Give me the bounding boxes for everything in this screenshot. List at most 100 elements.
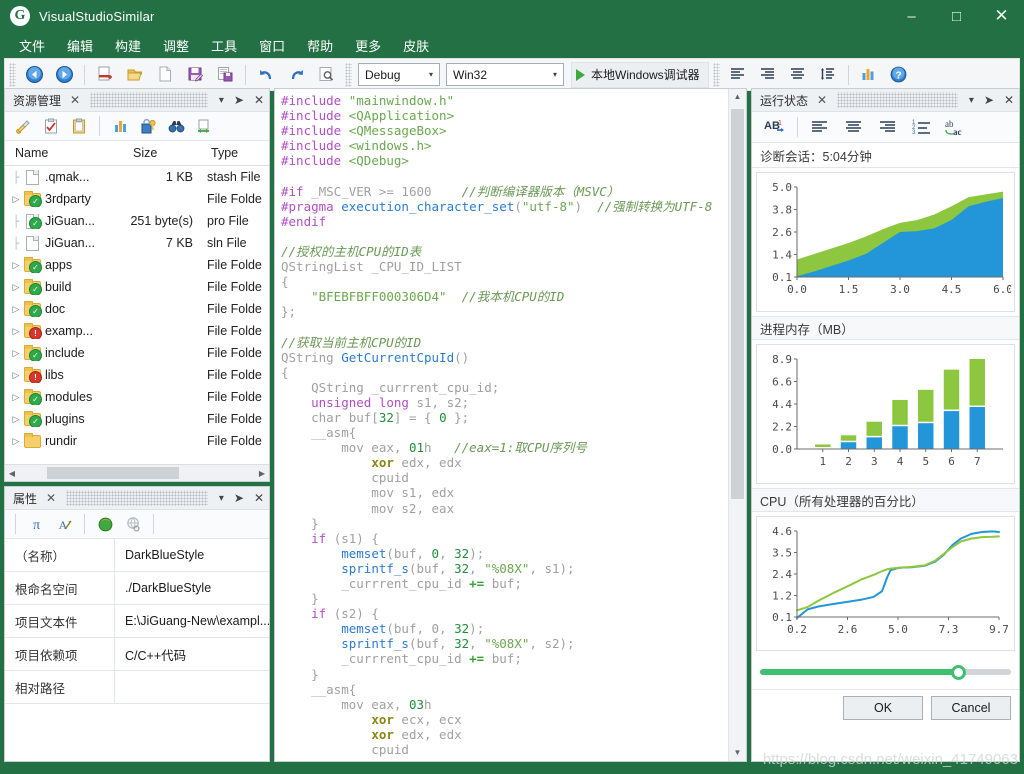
code-editor[interactable]: #include "mainwindow.h" #include <QApplic… <box>274 88 747 762</box>
table-row[interactable]: ▷ ✓ build File Folde <box>5 276 269 298</box>
web-link-icon[interactable] <box>121 513 145 535</box>
explorer-hscrollbar[interactable]: ◀ ▶ <box>5 464 269 481</box>
help-icon[interactable]: ? <box>885 61 913 89</box>
table-row[interactable]: ▷ ✓ doc File Folde <box>5 298 269 320</box>
chevron-down-icon-diagnostics[interactable]: ▾ <box>964 95 979 106</box>
menu-tools[interactable]: 工具 <box>200 33 248 58</box>
property-row[interactable]: 相对路径 <box>5 671 269 704</box>
tab-close-icon[interactable]: ✕ <box>66 93 84 107</box>
properties-close-icon[interactable]: ✕ <box>249 491 269 505</box>
ok-button[interactable]: OK <box>843 696 923 720</box>
new-project-icon[interactable] <box>91 61 119 89</box>
undo-icon[interactable] <box>252 61 280 89</box>
menu-skin[interactable]: 皮肤 <box>392 33 440 58</box>
expand-arrow-icon[interactable]: ▷ <box>9 370 23 381</box>
chevron-down-icon-properties[interactable]: ▾ <box>214 493 229 504</box>
properties-drag-dots[interactable] <box>66 490 208 506</box>
platform-combo[interactable]: Win32 ▾ <box>446 63 564 86</box>
column-type[interactable]: Type <box>201 146 269 160</box>
align-center-icon[interactable] <box>784 61 812 89</box>
column-size[interactable]: Size <box>123 146 201 160</box>
timeline-slider[interactable] <box>760 664 1011 680</box>
numbered-list-icon[interactable]: 123 <box>907 115 937 139</box>
panel-drag-dots[interactable] <box>90 92 208 108</box>
close-panel-icon[interactable]: ✕ <box>249 93 269 107</box>
table-row[interactable]: ▷ ✓ apps File Folde <box>5 254 269 276</box>
menu-window[interactable]: 窗口 <box>248 33 296 58</box>
start-debug-button[interactable]: 本地Windows调试器 <box>571 61 709 88</box>
maximize-icon[interactable]: □ <box>934 0 979 32</box>
menu-build[interactable]: 构建 <box>104 33 152 58</box>
navigate-forward-icon[interactable] <box>50 61 78 89</box>
property-value[interactable]: ./DarkBlueStyle <box>115 572 269 604</box>
properties-pin-icon[interactable]: ➤ <box>229 491 249 505</box>
text-abc-icon[interactable]: AB 1 <box>760 115 790 139</box>
close-icon[interactable]: ✕ <box>979 0 1024 32</box>
toolbar-grip[interactable] <box>9 62 16 87</box>
property-row[interactable]: （名称） DarkBlueStyle <box>5 539 269 572</box>
property-row[interactable]: 项目文本件 E:\JiGuang-New\exampl... <box>5 605 269 638</box>
cancel-button[interactable]: Cancel <box>931 696 1011 720</box>
toolbar-grip-3[interactable] <box>712 62 720 87</box>
menu-more[interactable]: 更多 <box>344 33 392 58</box>
diagnostics-tab-close-icon[interactable]: ✕ <box>813 93 831 107</box>
expand-arrow-icon[interactable]: ▷ <box>9 436 23 447</box>
column-name[interactable]: Name <box>5 146 123 160</box>
properties-tab-close-icon[interactable]: ✕ <box>42 491 60 505</box>
clipboard-paste-icon[interactable] <box>67 115 91 137</box>
clean-broom-icon[interactable] <box>11 115 35 137</box>
expand-arrow-icon[interactable]: ▷ <box>9 392 23 403</box>
property-row[interactable]: 根命名空间 ./DarkBlueStyle <box>5 572 269 605</box>
configuration-combo[interactable]: Debug ▾ <box>358 63 440 86</box>
globe-icon[interactable] <box>93 513 117 535</box>
scroll-right-icon[interactable]: ▶ <box>255 469 269 478</box>
expand-arrow-icon[interactable]: ▷ <box>9 348 23 359</box>
open-file-icon[interactable] <box>121 61 149 89</box>
expand-arrow-icon[interactable]: ▷ <box>9 414 23 425</box>
expand-arrow-icon[interactable]: ▷ <box>9 304 23 315</box>
save-icon[interactable] <box>181 61 209 89</box>
slider-handle[interactable] <box>951 664 967 680</box>
file-tree[interactable]: ├ .qmak... 1 KB stash File ▷ ✓ 3rdparty File Fo… <box>5 166 269 464</box>
scroll-left-icon[interactable]: ◀ <box>5 469 19 478</box>
table-row[interactable]: ▷ ✓ 3rdparty File Folde <box>5 188 269 210</box>
menu-edit[interactable]: 编辑 <box>56 33 104 58</box>
find-icon[interactable] <box>312 61 340 89</box>
pin-icon[interactable]: ➤ <box>229 93 249 107</box>
editor-vscrollbar[interactable]: ▲ ▼ <box>728 89 746 761</box>
vscroll-thumb[interactable] <box>731 109 744 499</box>
toolbar-grip-2[interactable] <box>345 62 352 87</box>
minimize-icon[interactable]: – <box>889 0 934 32</box>
table-row[interactable]: ├ ✓ JiGuan... 251 byte(s) pro File <box>5 210 269 232</box>
replace-ab-ac-icon[interactable]: ab ac <box>941 115 971 139</box>
table-row[interactable]: ▷! libs File Folde <box>5 364 269 386</box>
alphabetical-sort-icon[interactable]: A <box>52 513 76 535</box>
table-row[interactable]: ▷ rundir File Folde <box>5 430 269 452</box>
search-binoculars-icon[interactable] <box>164 115 188 137</box>
menu-adjust[interactable]: 调整 <box>152 33 200 58</box>
table-row[interactable]: ▷ ✓ modules File Folde <box>5 386 269 408</box>
expand-arrow-icon[interactable]: ▷ <box>9 260 23 271</box>
code-text[interactable]: #include "mainwindow.h" #include <QApplic… <box>275 89 728 761</box>
align-center-icon-2[interactable] <box>839 115 869 139</box>
table-row[interactable]: ├ .qmak... 1 KB stash File <box>5 166 269 188</box>
align-right-icon[interactable] <box>754 61 782 89</box>
property-row[interactable]: 项目依赖项 C/C++代码 <box>5 638 269 671</box>
hscroll-track[interactable] <box>19 467 255 479</box>
redo-icon[interactable] <box>282 61 310 89</box>
menu-help[interactable]: 帮助 <box>296 33 344 58</box>
menu-file[interactable]: 文件 <box>8 33 56 58</box>
table-row[interactable]: ▷! examp... File Folde <box>5 320 269 342</box>
diagnostics-drag-dots[interactable] <box>837 92 958 108</box>
property-value[interactable]: DarkBlueStyle <box>115 539 269 571</box>
scroll-down-icon[interactable]: ▼ <box>734 745 742 761</box>
expand-arrow-icon[interactable]: ▷ <box>9 194 23 205</box>
property-value[interactable] <box>115 671 269 703</box>
chevron-down-icon-explorer[interactable]: ▾ <box>214 95 229 106</box>
expand-arrow-icon[interactable]: ▷ <box>9 282 23 293</box>
align-left-icon[interactable] <box>724 61 752 89</box>
vscroll-track[interactable] <box>729 105 746 745</box>
diagnostics-close-icon[interactable]: ✕ <box>999 93 1019 107</box>
property-value[interactable]: C/C++代码 <box>115 638 269 670</box>
table-row[interactable]: ▷ ✓ include File Folde <box>5 342 269 364</box>
